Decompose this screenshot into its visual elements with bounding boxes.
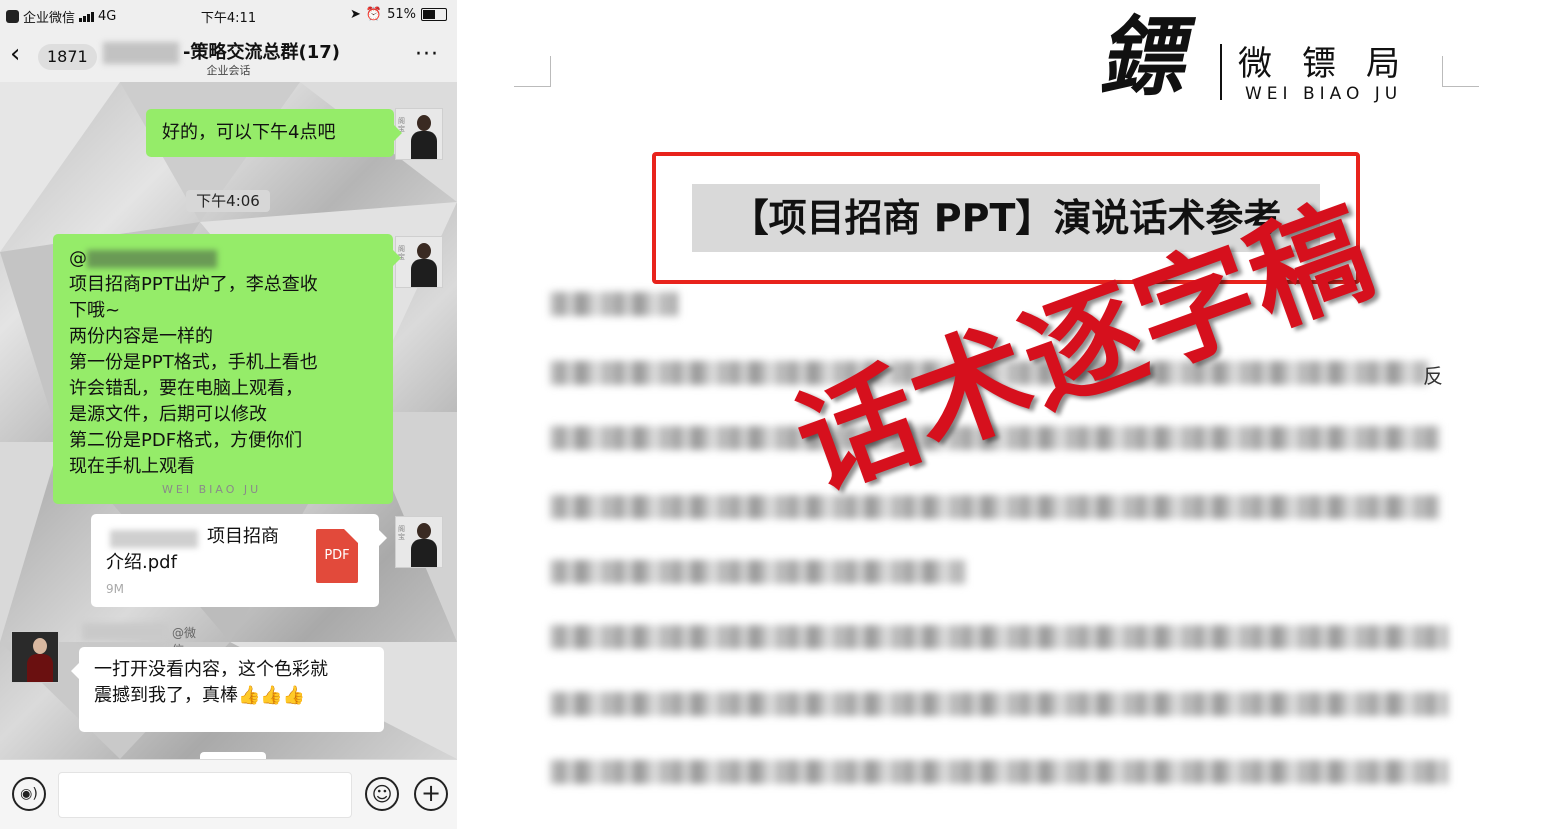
my-avatar[interactable]: 阁宝 [395,516,443,568]
message-line: 一打开没看内容，这个色彩就 [94,659,328,680]
mention-at: @ [69,248,87,269]
file-message-card[interactable]: 项目招商 介绍.pdf 9M PDF [91,514,387,607]
sender-name: @微信 [82,623,202,657]
line-end-char: 反 [1423,364,1443,388]
time-divider: 下午4:06 [186,190,270,212]
crop-mark [1442,56,1479,87]
redacted-mention [87,250,217,268]
battery-icon [421,8,447,21]
voice-input-icon[interactable]: ◉) [12,777,46,811]
message-line: 第一份是PPT格式，手机上看也 [69,352,318,373]
blurred-text-line [550,760,1448,784]
chat-area[interactable]: 阁宝 好的，可以下午4点吧 下午4:06 阁宝 @ 项目招商PPT出炉了，李总查… [0,82,457,759]
file-name-line-1: 项目招商 [207,526,279,547]
message-line: 项目招商PPT出炉了，李总查收 [69,274,318,295]
message-bubble-2[interactable]: @ 项目招商PPT出炉了，李总查收 下哦~ 两份内容是一样的 第一份是PPT格式… [53,234,401,504]
message-line: 两份内容是一样的 [69,326,213,347]
message-input[interactable] [58,772,352,818]
message-text: 好的，可以下午4点吧 [162,122,336,143]
message-bubble-4[interactable]: 一打开没看内容，这个色彩就 震撼到我了，真棒👍👍👍 [71,647,384,732]
chat-nav-bar: ‹ 1871 -策略交流总群(17) 企业会话 ··· [0,30,457,83]
plus-button-icon[interactable]: + [414,777,448,811]
chat-subtitle: 企业会话 [206,64,251,77]
message-line: 现在手机上观看 [69,456,195,477]
logo-divider [1220,44,1222,100]
brand-name-en: WEI BIAO JU [1245,84,1403,104]
phone-screenshot: 企业微信 4G 下午4:11 ➤ ⏰ 51% ‹ 1871 -策略交流总群(17… [0,0,457,829]
message-line: 是源文件，后期可以修改 [69,404,267,425]
alarm-icon: ⏰ [365,7,383,22]
pdf-file-icon: PDF [316,529,358,583]
blurred-text-line [550,625,1448,649]
message-line: 第二份是PDF格式，方便你们 [69,430,303,451]
message-bubble-1[interactable]: 好的，可以下午4点吧 [146,109,402,157]
partial-bubble-edge [200,752,266,759]
thumbs-up-icon: 👍👍👍 [238,685,306,706]
chat-title: -策略交流总群(17) [183,42,340,63]
document-page: 鏢 微镖局 WEI BIAO JU 【项目招商 PPT】演说话术参考 反 话术逐… [510,0,1561,829]
blurred-text-line [550,560,965,584]
blurred-text-line [550,292,678,316]
file-size: 9M [106,582,124,596]
file-name-line-2: 介绍.pdf [106,552,177,573]
crop-mark [514,56,551,87]
message-line: 震撼到我了，真棒 [94,685,238,706]
my-avatar[interactable]: 阁宝 [395,236,443,288]
status-bar: 企业微信 4G 下午4:11 ➤ ⏰ 51% [0,0,457,30]
chat-input-bar: ◉) ☺ + [0,759,457,829]
battery-percent: 51% [387,7,416,22]
redacted-file-prefix [110,530,198,548]
location-icon: ➤ [350,7,361,22]
my-avatar[interactable]: 阁宝 [395,108,443,160]
message-line: 下哦~ [69,300,121,321]
blurred-text-line [550,495,1440,519]
redacted-group-name [103,42,179,64]
emoji-button-icon[interactable]: ☺ [365,777,399,811]
redacted-sender-name [82,623,168,641]
more-options-button[interactable]: ··· [415,42,439,67]
message-line: 许会错乱，要在电脑上观看， [69,378,303,399]
brand-logo-glyph: 鏢 [1094,7,1202,108]
brand-name-cn: 微镖局 [1238,44,1430,84]
blurred-text-line [550,692,1448,716]
background-watermark: WEI BIAO JU [162,483,262,496]
sender-avatar[interactable] [11,631,59,683]
